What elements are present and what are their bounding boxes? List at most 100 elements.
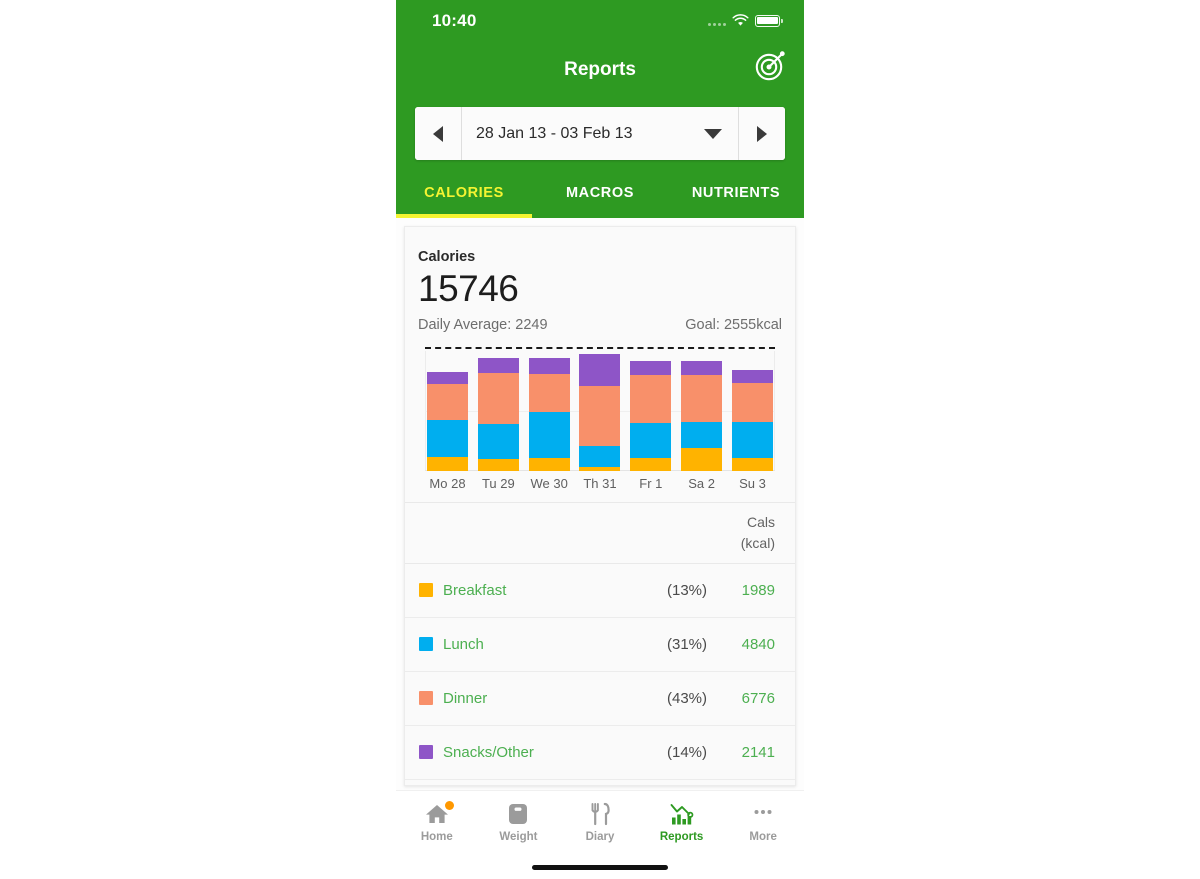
phone-screen: 10:40 Reports 28 Jan 13 - 03 Feb 13 CALO… [396, 0, 804, 879]
meal-breakdown-table: Cals (kcal) Breakfast (13%) 1989 Lunch (31%)… [405, 501, 795, 780]
chart-tick-we-30: We 30 [530, 475, 568, 491]
app-header: 10:40 Reports 28 Jan 13 - 03 Feb 13 CALO… [396, 0, 804, 218]
bar-segment-breakfast [731, 457, 773, 471]
date-range-label: 28 Jan 13 - 03 Feb 13 [476, 124, 633, 142]
bar-segment-snacks-other [681, 360, 723, 375]
table-header-row: Cals (kcal) [405, 501, 795, 564]
nav-item-more[interactable]: More [722, 802, 804, 843]
nav-item-home[interactable]: Home [396, 800, 478, 843]
bar-segment-snacks-other [477, 357, 519, 373]
bar-segment-breakfast [681, 447, 723, 471]
bottom-nav-items: Home Weight Diary Reports More [396, 791, 804, 853]
legend-color-swatch [419, 691, 433, 706]
nav-item-diary[interactable]: Diary [559, 802, 641, 843]
tab-nutrients-label: NUTRIENTS [691, 185, 781, 201]
chart-x-tick-labels: Mo 28 Tu 29 We 30 Th 31 Fr 1 Sa 2 Su 3 [425, 472, 775, 496]
bar-segment-dinner [477, 372, 519, 424]
table-header-cals: Cals (kcal) [741, 512, 775, 553]
nav-item-more-label: More [749, 830, 777, 843]
bar-segment-snacks-other [427, 371, 468, 384]
meal-name: Dinner [443, 689, 488, 707]
wifi-icon [732, 14, 749, 26]
chevron-right-icon [757, 125, 767, 142]
meal-percent: (43%) [666, 689, 707, 707]
tab-calories[interactable]: CALORIES [396, 176, 532, 218]
legend-color-swatch [419, 637, 433, 652]
status-bar-time: 10:40 [432, 11, 477, 30]
bar-segment-lunch [630, 422, 672, 458]
bar-segment-lunch [477, 423, 519, 459]
cutlery-icon [587, 802, 613, 826]
next-period-button[interactable] [738, 107, 785, 160]
table-row[interactable]: Snacks/Other (14%) 2141 [405, 726, 795, 780]
chart-tick-tu-29: Tu 29 [481, 475, 515, 491]
meal-name: Snacks/Other [443, 743, 534, 761]
chart-bar-tu-29[interactable] [477, 351, 519, 471]
table-row[interactable]: Dinner (43%) 6776 [405, 672, 795, 726]
ellipsis-icon [750, 802, 776, 826]
meal-percent: (13%) [666, 581, 707, 599]
meal-calories: 4840 [741, 635, 775, 653]
chart-bar-fr-1[interactable] [630, 351, 672, 471]
home-indicator [532, 865, 668, 870]
screenshot-canvas: 10:40 Reports 28 Jan 13 - 03 Feb 13 CALO… [0, 0, 1200, 879]
nav-item-diary-label: Diary [585, 830, 615, 843]
report-body: Calories 15746 Daily Average: 2249 Goal:… [396, 218, 804, 790]
bar-segment-breakfast [528, 457, 570, 471]
chart-bar-su-3[interactable] [731, 351, 773, 471]
card-header: Calories 15746 Daily Average: 2249 Goal:… [405, 227, 795, 333]
nav-item-reports-label: Reports [659, 830, 704, 843]
meal-calories: 2141 [741, 743, 775, 761]
nav-item-home-label: Home [420, 830, 453, 843]
target-goal-icon[interactable] [754, 50, 786, 82]
date-range-dropdown[interactable]: 28 Jan 13 - 03 Feb 13 [462, 107, 738, 160]
chart-tick-th-31: Th 31 [583, 475, 617, 491]
chart-bar-we-30[interactable] [528, 351, 570, 471]
meal-name: Lunch [443, 635, 484, 653]
battery-full-icon [755, 14, 783, 27]
tab-macros[interactable]: MACROS [532, 176, 668, 218]
chart-bar-sa-2[interactable] [681, 351, 723, 471]
bar-segment-dinner [731, 382, 773, 422]
tab-nutrients[interactable]: NUTRIENTS [668, 176, 804, 218]
table-body: Breakfast (13%) 1989 Lunch (31%) 4840 Dinner (4… [405, 564, 795, 780]
table-row[interactable]: Lunch (31%) 4840 [405, 618, 795, 672]
nav-item-weight[interactable]: Weight [478, 802, 560, 843]
meal-calories: 1989 [741, 581, 775, 599]
chart-goal-line [425, 346, 775, 349]
bar-segment-lunch [681, 421, 723, 448]
bottom-navigation: Home Weight Diary Reports More [396, 790, 804, 879]
chart-bar-th-31[interactable] [579, 351, 621, 471]
date-range-picker[interactable]: 28 Jan 13 - 03 Feb 13 [415, 107, 785, 160]
bar-segment-dinner [681, 374, 723, 422]
chart-bar-mo-28[interactable] [427, 351, 468, 471]
report-tabs: CALORIES MACROS NUTRIENTS [396, 176, 804, 218]
tab-macros-label: MACROS [565, 185, 635, 201]
meal-calories: 6776 [741, 689, 775, 707]
chart-plot-area [425, 346, 775, 471]
bar-segment-snacks-other [579, 353, 621, 386]
table-row[interactable]: Breakfast (13%) 1989 [405, 564, 795, 618]
chart-tick-mo-28: Mo 28 [429, 475, 466, 491]
bar-segment-lunch [427, 419, 468, 457]
scale-icon [505, 802, 531, 826]
meal-percent: (31%) [666, 635, 707, 653]
bar-segment-snacks-other [528, 357, 570, 374]
total-calories-value: 15746 [418, 268, 519, 309]
bar-segment-breakfast [477, 458, 519, 471]
card-subline: Daily Average: 2249 Goal: 2555kcal [418, 317, 782, 333]
bar-segment-lunch [579, 445, 621, 467]
bar-segment-snacks-other [630, 360, 672, 375]
chart-tick-sa-2: Sa 2 [688, 475, 716, 491]
bar-segment-dinner [528, 373, 570, 412]
nav-item-reports[interactable]: Reports [641, 802, 723, 843]
goal-label: Goal: 2555kcal [685, 316, 782, 333]
status-bar-indicators [708, 14, 783, 27]
bar-segment-lunch [528, 411, 570, 458]
previous-period-button[interactable] [415, 107, 462, 160]
table-header-cals-line1: Cals [746, 514, 775, 531]
chart-icon [669, 802, 695, 826]
chevron-down-icon [704, 128, 722, 139]
card-title: Calories [418, 249, 476, 265]
bar-segment-breakfast [630, 457, 672, 471]
